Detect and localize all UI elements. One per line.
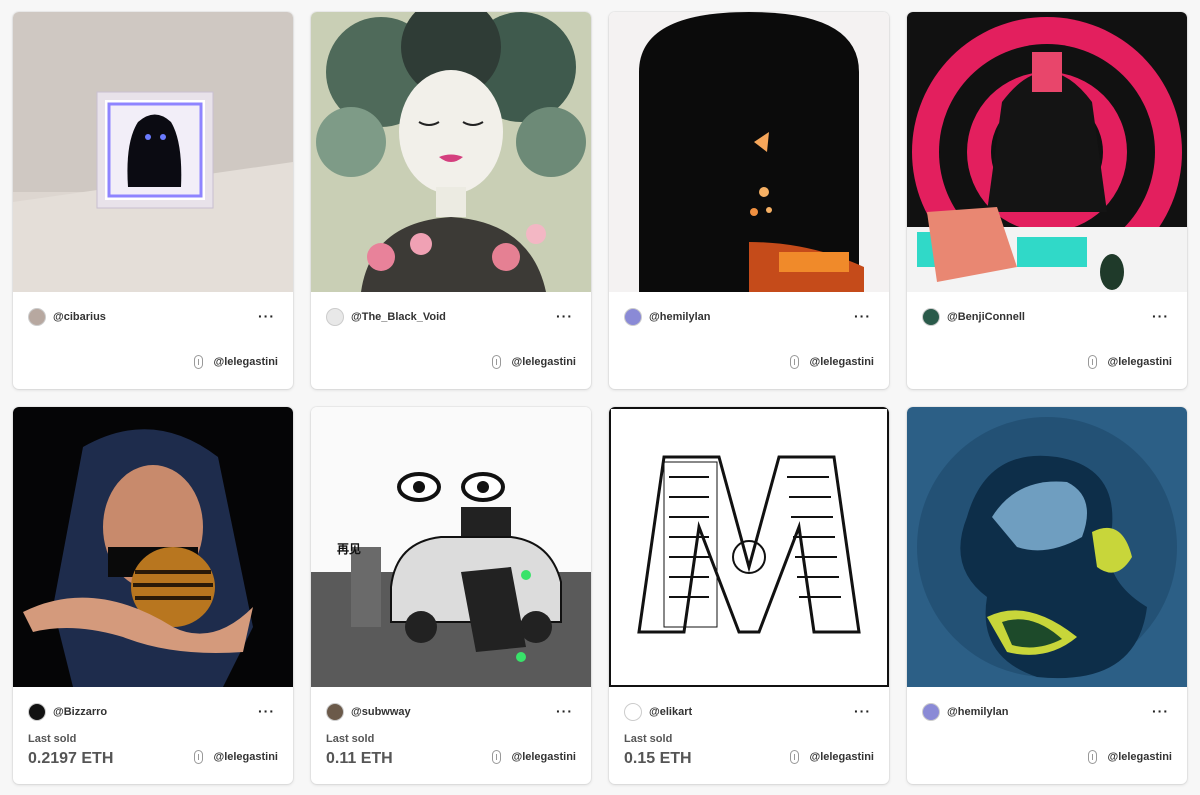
owner-handle[interactable]: @lelegastini <box>511 751 576 763</box>
owner-handle[interactable]: @lelegastini <box>511 356 576 368</box>
owner[interactable]: @lelegastini <box>492 750 576 764</box>
price: 0.2197 ETH <box>28 750 114 767</box>
creator-avatar <box>624 703 642 721</box>
creator-avatar <box>28 703 46 721</box>
owner-handle[interactable]: @lelegastini <box>1107 356 1172 368</box>
nft-card[interactable]: @cibarius ··· @lelegastini <box>13 12 293 389</box>
nft-card[interactable]: @hemilylan ··· @lelegastini <box>907 407 1187 784</box>
owner[interactable]: @lelegastini <box>194 355 278 369</box>
more-options-icon[interactable]: ··· <box>556 308 573 324</box>
creator[interactable]: @Bizzarro <box>28 702 107 722</box>
price: 0.11 ETH <box>326 750 393 767</box>
owner[interactable]: @lelegastini <box>1088 355 1172 369</box>
artwork-image[interactable] <box>609 12 889 292</box>
price: 0.15 ETH <box>624 750 692 767</box>
owner[interactable]: @lelegastini <box>790 355 874 369</box>
owner[interactable]: @lelegastini <box>1088 750 1172 764</box>
creator[interactable]: @elikart <box>624 702 692 722</box>
wallet-icon <box>492 355 502 369</box>
more-options-icon[interactable]: ··· <box>258 703 275 719</box>
creator-avatar <box>28 308 46 326</box>
owner-handle[interactable]: @lelegastini <box>213 356 278 368</box>
creator-avatar <box>326 308 344 326</box>
creator[interactable]: @subwway <box>326 702 411 722</box>
artwork-sign-text: 再见 <box>337 542 361 556</box>
wallet-icon <box>1088 750 1098 764</box>
wallet-icon <box>790 355 800 369</box>
creator-handle[interactable]: @The_Black_Void <box>351 311 446 323</box>
owner-handle[interactable]: @lelegastini <box>213 751 278 763</box>
nft-card[interactable]: @Bizzarro ··· Last sold 0.2197 ETH @lele… <box>13 407 293 784</box>
more-options-icon[interactable]: ··· <box>854 308 871 324</box>
artwork-image[interactable] <box>907 12 1187 292</box>
artwork-image[interactable] <box>907 407 1187 687</box>
creator-avatar <box>922 703 940 721</box>
more-options-icon[interactable]: ··· <box>1152 703 1169 719</box>
creator-handle[interactable]: @elikart <box>649 706 692 718</box>
creator-handle[interactable]: @subwway <box>351 706 411 718</box>
creator-handle[interactable]: @hemilylan <box>947 706 1008 718</box>
creator-handle[interactable]: @cibarius <box>53 311 106 323</box>
nft-card[interactable]: @The_Black_Void ··· @lelegastini <box>311 12 591 389</box>
creator[interactable]: @hemilylan <box>624 307 710 327</box>
more-options-icon[interactable]: ··· <box>1152 308 1169 324</box>
last-sold-label: Last sold <box>28 733 77 745</box>
nft-card[interactable]: 再见 @subwway ··· Last sold 0.11 ETH @lele… <box>311 407 591 784</box>
more-options-icon[interactable]: ··· <box>258 308 275 324</box>
creator-avatar <box>624 308 642 326</box>
creator[interactable]: @cibarius <box>28 307 106 327</box>
nft-card[interactable]: @elikart ··· Last sold 0.15 ETH @lelegas… <box>609 407 889 784</box>
owner-handle[interactable]: @lelegastini <box>809 751 874 763</box>
last-sold-label: Last sold <box>326 733 375 745</box>
nft-card[interactable]: @hemilylan ··· @lelegastini <box>609 12 889 389</box>
artwork-image[interactable] <box>311 12 591 292</box>
artwork-image[interactable] <box>13 407 293 687</box>
artwork-image[interactable] <box>13 12 293 292</box>
creator-handle[interactable]: @Bizzarro <box>53 706 107 718</box>
creator-handle[interactable]: @BenjiConnell <box>947 311 1025 323</box>
creator-handle[interactable]: @hemilylan <box>649 311 710 323</box>
creator-avatar <box>326 703 344 721</box>
owner-handle[interactable]: @lelegastini <box>809 356 874 368</box>
creator-avatar <box>922 308 940 326</box>
creator[interactable]: @BenjiConnell <box>922 307 1025 327</box>
owner[interactable]: @lelegastini <box>194 750 278 764</box>
owner[interactable]: @lelegastini <box>492 355 576 369</box>
owner-handle[interactable]: @lelegastini <box>1107 751 1172 763</box>
artwork-image[interactable]: 再见 <box>311 407 591 687</box>
more-options-icon[interactable]: ··· <box>556 703 573 719</box>
creator[interactable]: @hemilylan <box>922 702 1008 722</box>
wallet-icon <box>194 750 204 764</box>
artwork-image[interactable] <box>609 407 889 687</box>
wallet-icon <box>1088 355 1098 369</box>
wallet-icon <box>194 355 204 369</box>
more-options-icon[interactable]: ··· <box>854 703 871 719</box>
last-sold-label: Last sold <box>624 733 673 745</box>
creator[interactable]: @The_Black_Void <box>326 307 446 327</box>
nft-card[interactable]: @BenjiConnell ··· @lelegastini <box>907 12 1187 389</box>
owner[interactable]: @lelegastini <box>790 750 874 764</box>
wallet-icon <box>492 750 502 764</box>
wallet-icon <box>790 750 800 764</box>
